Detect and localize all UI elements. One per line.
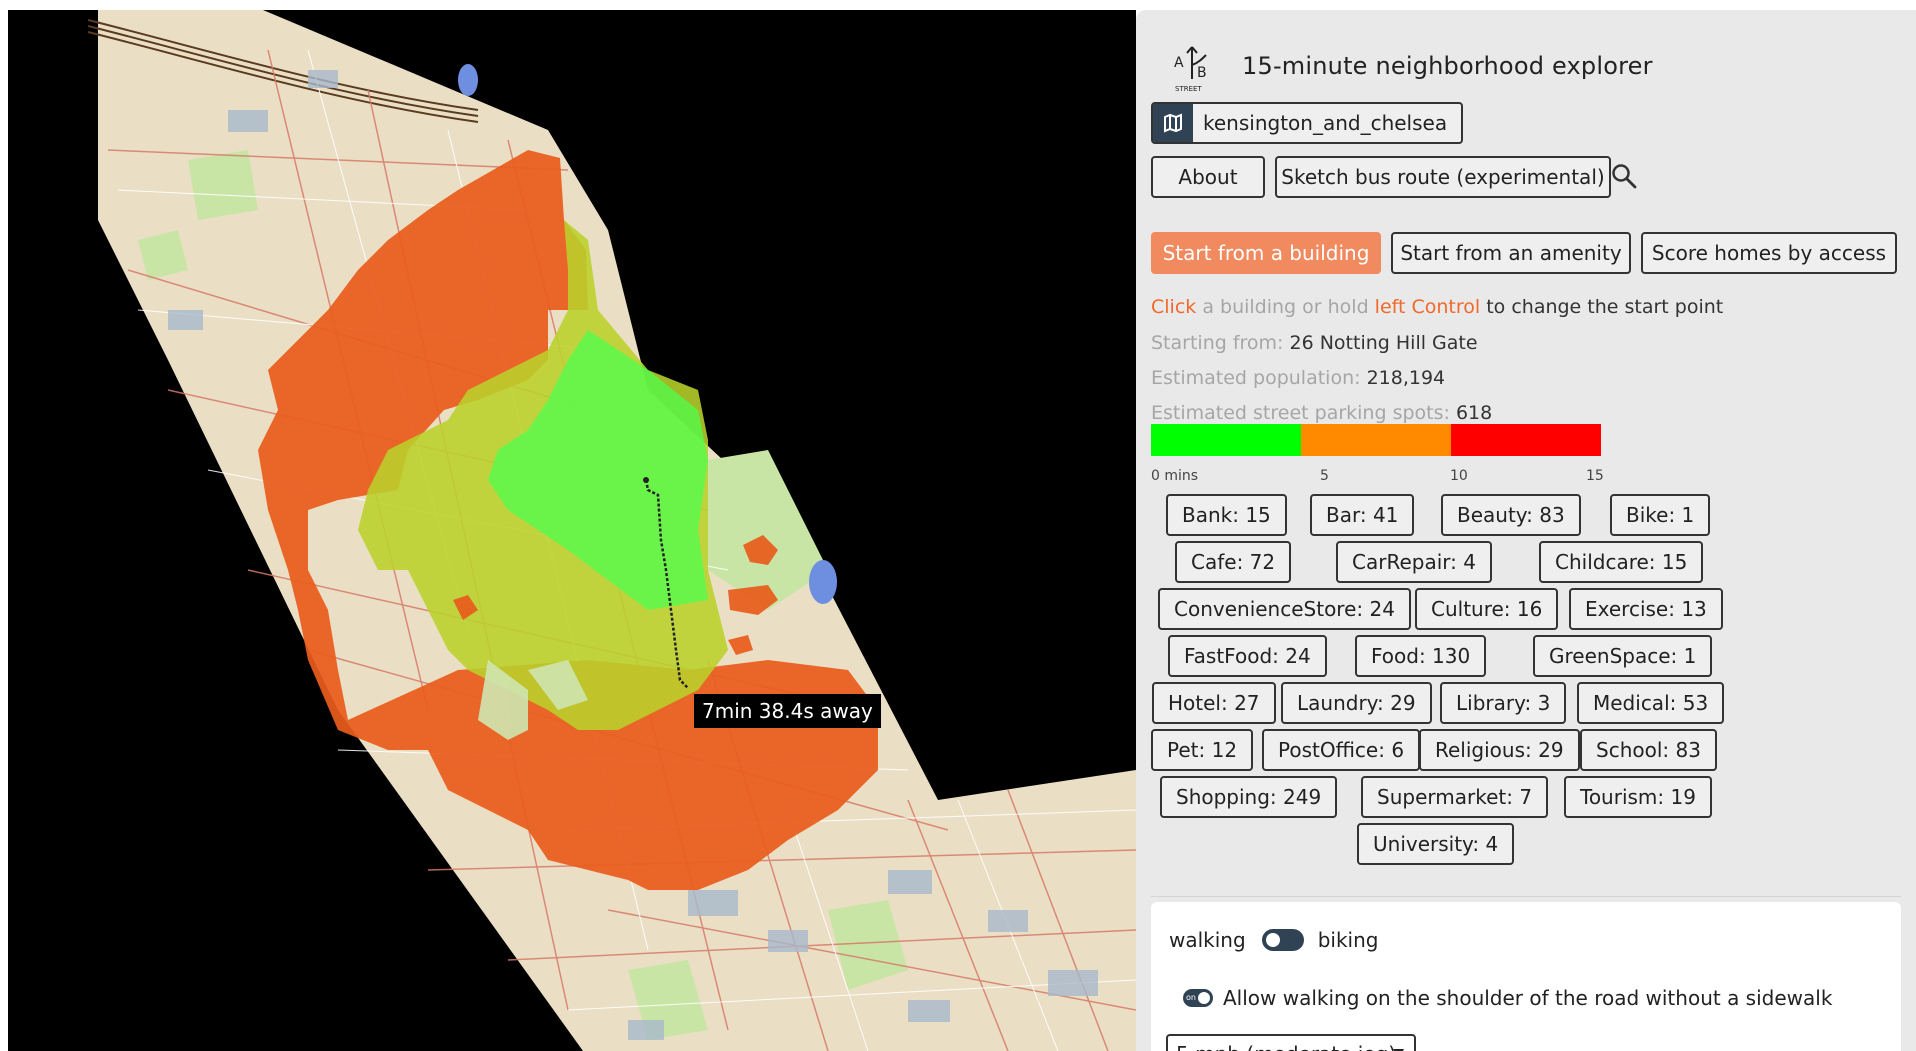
search-icon[interactable] bbox=[1610, 162, 1638, 190]
instruction-key: left Control bbox=[1374, 296, 1481, 318]
instruction-end: to change the start point bbox=[1480, 296, 1724, 318]
amenity-tourism[interactable]: Tourism: 19 bbox=[1564, 776, 1712, 818]
chevron-down-icon: ▼ bbox=[1393, 1036, 1404, 1051]
legend-segment-red bbox=[1451, 424, 1601, 456]
amenity-beauty[interactable]: Beauty: 83 bbox=[1441, 494, 1581, 536]
time-legend bbox=[1151, 424, 1601, 456]
legend-tick-0: 0 mins bbox=[1151, 468, 1199, 484]
amenity-laundry[interactable]: Laundry: 29 bbox=[1281, 682, 1432, 724]
toggle-knob bbox=[1265, 933, 1280, 947]
svg-text:STREET: STREET bbox=[1175, 85, 1202, 93]
shoulder-toggle-knob bbox=[1198, 992, 1210, 1004]
amenity-conveniencestore[interactable]: ConvenienceStore: 24 bbox=[1158, 588, 1411, 630]
travel-time-tooltip: 7min 38.4s away bbox=[694, 694, 881, 728]
mode-score-homes[interactable]: Score homes by access bbox=[1641, 232, 1897, 274]
toggle-on-text: on bbox=[1186, 993, 1196, 1002]
amenity-cafe[interactable]: Cafe: 72 bbox=[1175, 541, 1292, 583]
amenity-medical[interactable]: Medical: 53 bbox=[1577, 682, 1725, 724]
about-button[interactable]: About bbox=[1151, 156, 1265, 198]
app-title: 15-minute neighborhood explorer bbox=[1242, 52, 1653, 80]
amenity-shopping[interactable]: Shopping: 249 bbox=[1160, 776, 1338, 818]
starting-from-label: Starting from: bbox=[1151, 332, 1290, 354]
amenity-pet[interactable]: Pet: 12 bbox=[1151, 729, 1254, 771]
map-name-label: kensington_and_chelsea bbox=[1203, 111, 1448, 135]
amenity-university[interactable]: University: 4 bbox=[1357, 823, 1515, 865]
mode-start-from-building[interactable]: Start from a building bbox=[1151, 232, 1381, 274]
amenity-hotel[interactable]: Hotel: 27 bbox=[1152, 682, 1276, 724]
title-row: A B STREET 15-minute neighborhood explor… bbox=[1172, 36, 1653, 96]
parking-value: 618 bbox=[1455, 402, 1493, 424]
amenity-supermarket[interactable]: Supermarket: 7 bbox=[1361, 776, 1549, 818]
amenity-bank[interactable]: Bank: 15 bbox=[1166, 494, 1287, 536]
amenity-culture[interactable]: Culture: 16 bbox=[1415, 588, 1559, 630]
shoulder-toggle[interactable]: on bbox=[1183, 989, 1213, 1007]
shoulder-row: on Allow walking on the shoulder of the … bbox=[1183, 986, 1832, 1010]
map-icon bbox=[1153, 104, 1193, 142]
amenity-bar[interactable]: Bar: 41 bbox=[1310, 494, 1415, 536]
starting-from-value: 26 Notting Hill Gate bbox=[1289, 332, 1478, 354]
amenity-childcare[interactable]: Childcare: 15 bbox=[1539, 541, 1704, 583]
population-label: Estimated population: bbox=[1151, 367, 1367, 389]
side-panel: A B STREET 15-minute neighborhood explor… bbox=[1136, 10, 1916, 1051]
travel-mode-row: walking biking bbox=[1169, 928, 1378, 952]
biking-label: biking bbox=[1317, 928, 1379, 952]
amenity-exercise[interactable]: Exercise: 13 bbox=[1569, 588, 1723, 630]
amenity-religious[interactable]: Religious: 29 bbox=[1419, 729, 1580, 771]
legend-segment-green bbox=[1151, 424, 1301, 456]
amenity-carrepair[interactable]: CarRepair: 4 bbox=[1336, 541, 1492, 583]
amenity-postoffice[interactable]: PostOffice: 6 bbox=[1262, 729, 1421, 771]
walking-biking-toggle[interactable] bbox=[1261, 929, 1304, 951]
section-divider bbox=[1151, 896, 1901, 897]
amenity-library[interactable]: Library: 3 bbox=[1440, 682, 1567, 724]
travel-settings: walking biking on Allow walking on the s… bbox=[1151, 902, 1901, 1051]
population-line: Estimated population: 218,194 bbox=[1151, 367, 1445, 389]
legend-tick-5: 5 bbox=[1320, 468, 1329, 484]
sketch-bus-route-button[interactable]: Sketch bus route (experimental) bbox=[1275, 156, 1611, 198]
svg-text:A: A bbox=[1174, 55, 1184, 71]
app-root: 7min 38.4s away A B STREET 15-minute nei… bbox=[0, 0, 1916, 1051]
amenity-food[interactable]: Food: 130 bbox=[1355, 635, 1487, 677]
population-value: 218,194 bbox=[1366, 367, 1446, 389]
amenity-greenspace[interactable]: GreenSpace: 1 bbox=[1533, 635, 1713, 677]
mode-start-from-amenity[interactable]: Start from an amenity bbox=[1391, 232, 1631, 274]
speed-value: 5 mph (moderate jog) bbox=[1176, 1042, 1396, 1051]
parking-label: Estimated street parking spots: bbox=[1151, 402, 1456, 424]
shoulder-label: Allow walking on the shoulder of the roa… bbox=[1223, 986, 1833, 1010]
amenity-school[interactable]: School: 83 bbox=[1580, 729, 1717, 771]
svg-text:B: B bbox=[1197, 65, 1207, 81]
instructions-line: Click a building or hold left Control to… bbox=[1151, 296, 1723, 318]
amenity-fastfood[interactable]: FastFood: 24 bbox=[1168, 635, 1327, 677]
change-map-button[interactable]: kensington_and_chelsea bbox=[1151, 102, 1464, 144]
speed-dropdown[interactable]: 5 mph (moderate jog) ▼ bbox=[1166, 1034, 1416, 1051]
instruction-middle: a building or hold bbox=[1196, 296, 1375, 318]
amenity-bike[interactable]: Bike: 1 bbox=[1610, 494, 1711, 536]
starting-from-line: Starting from: 26 Notting Hill Gate bbox=[1151, 332, 1478, 354]
route-start-marker bbox=[643, 477, 649, 483]
instruction-click: Click bbox=[1151, 296, 1197, 318]
parking-line: Estimated street parking spots: 618 bbox=[1151, 402, 1492, 424]
map-canvas[interactable]: 7min 38.4s away bbox=[8, 10, 1136, 1051]
legend-tick-15: 15 bbox=[1586, 468, 1604, 484]
abstreet-logo: A B STREET bbox=[1172, 39, 1216, 93]
legend-segment-orange bbox=[1301, 424, 1451, 456]
walking-label: walking bbox=[1169, 928, 1246, 952]
legend-tick-10: 10 bbox=[1450, 468, 1468, 484]
map-graphics[interactable] bbox=[8, 10, 1136, 1051]
